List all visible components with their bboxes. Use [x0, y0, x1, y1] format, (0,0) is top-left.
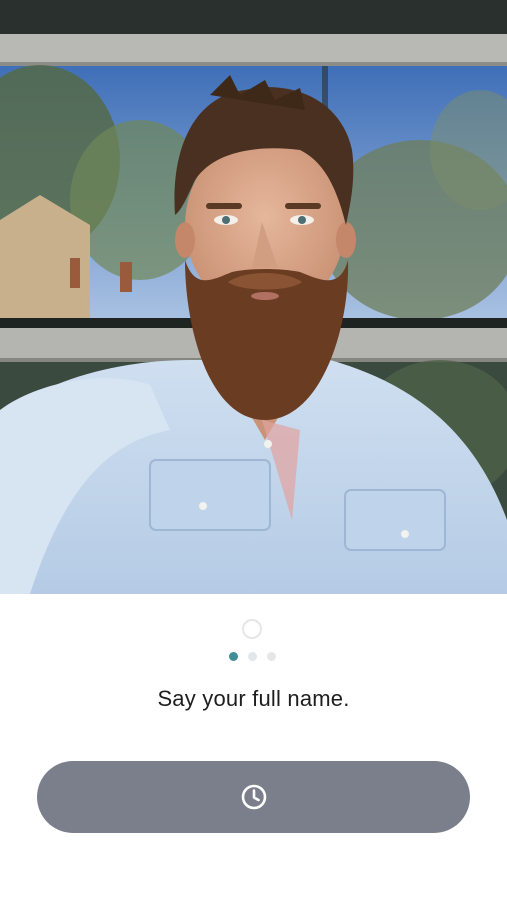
record-button[interactable]	[37, 761, 470, 833]
step-dot-1	[229, 652, 238, 661]
step-dot-2	[248, 652, 257, 661]
clock-icon	[240, 783, 268, 811]
step-dot-3	[267, 652, 276, 661]
prompt-text: Say your full name.	[157, 686, 350, 711]
selfie-photo	[0, 0, 507, 594]
step-progress-dots	[229, 652, 276, 662]
record-indicator-icon	[242, 619, 262, 639]
instruction-panel	[0, 594, 507, 900]
camera-preview	[0, 0, 507, 594]
